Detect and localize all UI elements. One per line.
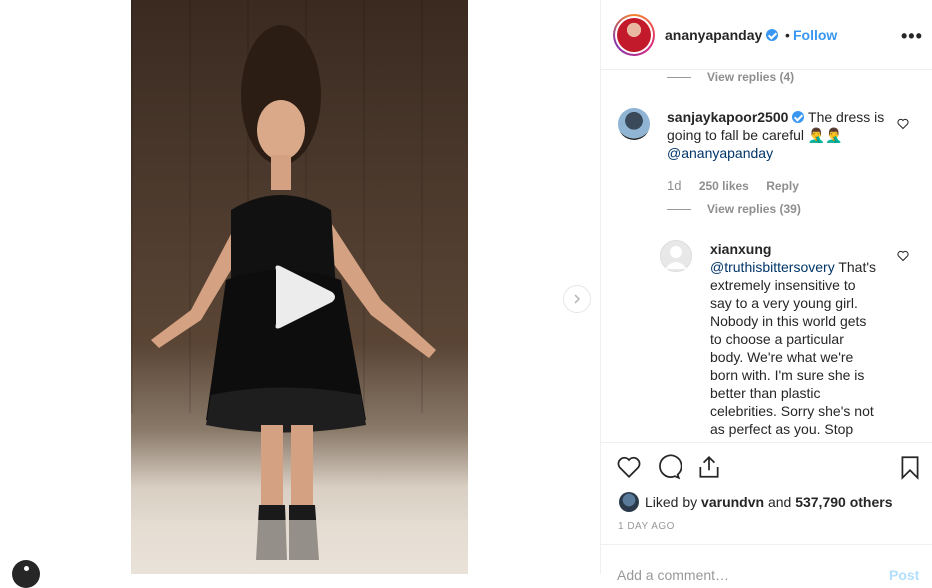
reply-button[interactable]: Reply xyxy=(766,179,799,193)
more-options-icon[interactable]: ••• xyxy=(901,26,923,47)
liker-avatar[interactable] xyxy=(619,492,639,512)
comment-body: sanjaykapoor2500 The dress is going to f… xyxy=(667,108,887,162)
post-sidebar: ananyapanday • Follow ••• View replies (… xyxy=(600,0,932,583)
reply-text: That's extremely insensitive to say to a… xyxy=(710,259,877,437)
like-comment-heart-icon[interactable] xyxy=(897,118,909,130)
comment-avatar[interactable] xyxy=(618,108,650,140)
audio-toggle-button[interactable] xyxy=(12,560,40,588)
replies-line xyxy=(667,209,691,211)
post-actions: Liked by varundvn and 537,790 others 1 D… xyxy=(601,442,932,583)
likes-count-link[interactable]: 537,790 others xyxy=(795,494,892,510)
post-header: ananyapanday • Follow ••• xyxy=(601,0,932,70)
default-user-icon xyxy=(665,246,687,269)
add-comment-input[interactable] xyxy=(617,567,867,583)
chevron-right-icon xyxy=(574,294,581,304)
next-media-button[interactable] xyxy=(563,285,591,313)
view-replies-link[interactable]: View replies (4) xyxy=(667,70,794,84)
post-timestamp[interactable]: 1 DAY AGO xyxy=(618,521,675,532)
play-icon[interactable] xyxy=(264,262,344,332)
speaker-icon xyxy=(24,566,29,571)
comment-likes[interactable]: 250 likes xyxy=(699,179,749,193)
author-username[interactable]: ananyapanday xyxy=(665,27,762,43)
comment-mention[interactable]: @ananyapanday xyxy=(667,145,773,161)
like-reply-heart-icon[interactable] xyxy=(897,250,909,262)
liked-by-prefix: Liked by xyxy=(645,494,698,510)
comment-age: 1d xyxy=(667,178,682,193)
reply-username[interactable]: xianxung xyxy=(710,241,771,257)
view-replies-label: View replies (39) xyxy=(707,202,801,216)
header-separator: • xyxy=(785,27,790,43)
replies-line xyxy=(667,77,691,79)
comment-username[interactable]: sanjaykapoor2500 xyxy=(667,109,788,125)
reply-avatar[interactable] xyxy=(660,240,692,272)
view-replies-link[interactable]: View replies (39) xyxy=(667,202,801,216)
liked-by-and: and xyxy=(767,494,792,510)
like-heart-icon[interactable] xyxy=(616,454,642,480)
verified-badge-icon xyxy=(792,111,805,123)
comment-meta: 1d 250 likes Reply xyxy=(667,178,799,193)
post-comment-button[interactable]: Post xyxy=(889,567,919,583)
verified-badge-icon xyxy=(766,29,779,41)
view-replies-label: View replies (4) xyxy=(707,70,795,84)
share-icon[interactable] xyxy=(696,454,722,480)
reply-body: xianxung @truthisbittersovery That's ext… xyxy=(710,240,880,438)
liker-username[interactable]: varundvn xyxy=(701,494,764,510)
liked-by-line: Liked by varundvn and 537,790 others xyxy=(619,492,893,512)
comments-list[interactable]: View replies (4) sanjaykapoor2500 The dr… xyxy=(601,70,932,442)
reply-mention[interactable]: @truthisbittersovery xyxy=(710,259,835,275)
author-avatar[interactable] xyxy=(613,14,655,56)
media-panel xyxy=(0,0,600,588)
comment-bubble-icon[interactable] xyxy=(656,454,682,480)
follow-button[interactable]: Follow xyxy=(793,27,837,43)
bookmark-icon[interactable] xyxy=(897,454,923,480)
add-comment-bar: Post xyxy=(601,544,932,584)
